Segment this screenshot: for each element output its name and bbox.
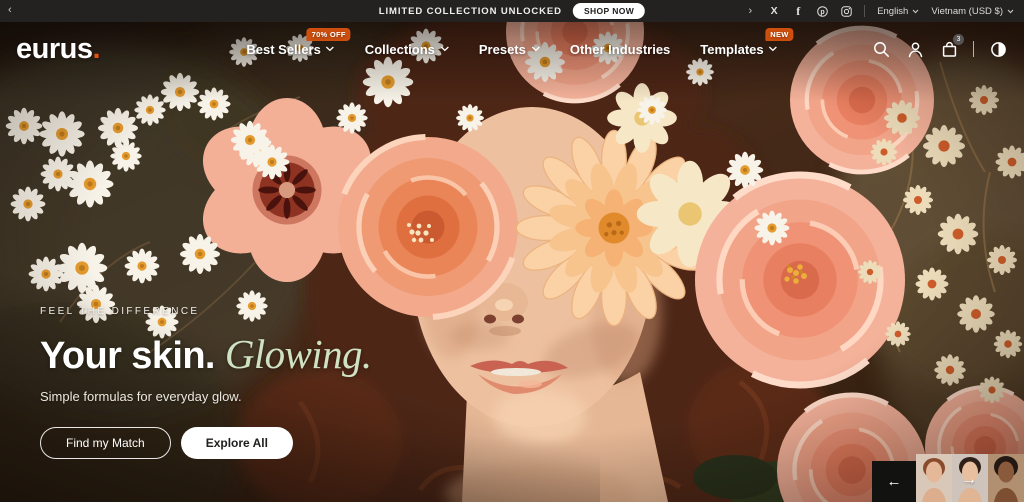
divider <box>864 5 865 17</box>
nav-label: Best Sellers <box>246 42 320 57</box>
nav-best-sellers[interactable]: 70% OFF Best Sellers <box>246 42 334 57</box>
page: ‹ LIMITED COLLECTION UNLOCKED SHOP NOW ›… <box>0 0 1024 502</box>
instagram-icon[interactable] <box>840 5 852 17</box>
search-icon[interactable] <box>871 39 891 59</box>
hero-title-accent: Glowing. <box>225 331 372 377</box>
language-selector[interactable]: English <box>877 6 919 17</box>
nav-other-industries[interactable]: Other Industries <box>570 42 670 57</box>
carousel-prev-button[interactable]: ← <box>872 461 916 502</box>
x-icon[interactable]: X <box>768 5 780 17</box>
find-my-match-button[interactable]: Find my Match <box>40 427 171 459</box>
announcement-prev-icon[interactable]: ‹ <box>8 4 12 16</box>
facebook-icon[interactable]: f <box>792 5 804 17</box>
announcement-next-icon[interactable]: › <box>749 5 753 17</box>
nav-presets[interactable]: Presets <box>479 42 540 57</box>
site-header: eurus. 70% OFF Best Sellers Collections … <box>0 22 1024 76</box>
announcement-bar: ‹ LIMITED COLLECTION UNLOCKED SHOP NOW ›… <box>0 0 1024 22</box>
chevron-down-icon <box>531 46 540 52</box>
hero-title-main: Your skin. <box>40 335 215 377</box>
slideshow-controls: ← → <box>872 454 1024 502</box>
nav-label: Other Industries <box>570 42 670 57</box>
nav-label: Collections <box>365 42 435 57</box>
discount-badge: 70% OFF <box>307 28 351 41</box>
carousel-thumbnail-1[interactable] <box>916 454 952 502</box>
new-badge: NEW <box>765 28 793 41</box>
cart-icon[interactable]: 3 <box>939 39 959 59</box>
pinterest-icon[interactable]: p <box>816 5 828 17</box>
explore-all-button[interactable]: Explore All <box>181 427 293 459</box>
chevron-down-icon <box>769 46 778 52</box>
cart-count-badge: 3 <box>953 34 964 45</box>
shop-now-button[interactable]: SHOP NOW <box>573 3 645 19</box>
chevron-down-icon <box>912 9 919 14</box>
announcement-message: LIMITED COLLECTION UNLOCKED <box>379 6 562 17</box>
announcement-right: › X f p English Vietnam (USD $) <box>749 0 1014 22</box>
hero-content: FEEL THE DIFFERENCE Your skin. Glowing. … <box>40 306 372 459</box>
hero-title: Your skin. Glowing. <box>40 330 372 378</box>
nav-collections[interactable]: Collections <box>365 42 449 57</box>
nav-templates[interactable]: NEW Templates <box>700 42 777 57</box>
account-icon[interactable] <box>905 39 925 59</box>
carousel-next-button[interactable]: → <box>961 471 977 489</box>
logo-dot: . <box>92 33 100 65</box>
theme-toggle-icon[interactable] <box>988 39 1008 59</box>
hero-buttons: Find my Match Explore All <box>40 427 372 459</box>
chevron-down-icon <box>440 46 449 52</box>
logo[interactable]: eurus. <box>16 33 100 66</box>
announcement-center: LIMITED COLLECTION UNLOCKED SHOP NOW <box>379 0 645 22</box>
language-label: English <box>877 6 908 17</box>
divider <box>973 41 974 57</box>
svg-text:p: p <box>820 9 824 16</box>
chevron-down-icon <box>326 46 335 52</box>
chevron-down-icon <box>1007 9 1014 14</box>
country-currency-label: Vietnam (USD $) <box>931 6 1003 17</box>
main-nav: 70% OFF Best Sellers Collections Presets… <box>246 42 777 57</box>
nav-label: Templates <box>700 42 763 57</box>
hero-section: eurus. 70% OFF Best Sellers Collections … <box>0 22 1024 502</box>
header-actions: 3 <box>871 39 1008 59</box>
hero-eyebrow: FEEL THE DIFFERENCE <box>40 306 372 317</box>
nav-label: Presets <box>479 42 526 57</box>
logo-text: eurus <box>16 33 92 65</box>
country-currency-selector[interactable]: Vietnam (USD $) <box>931 6 1014 17</box>
hero-subtitle: Simple formulas for everyday glow. <box>40 389 372 404</box>
carousel-thumbnail-3[interactable] <box>988 454 1024 502</box>
